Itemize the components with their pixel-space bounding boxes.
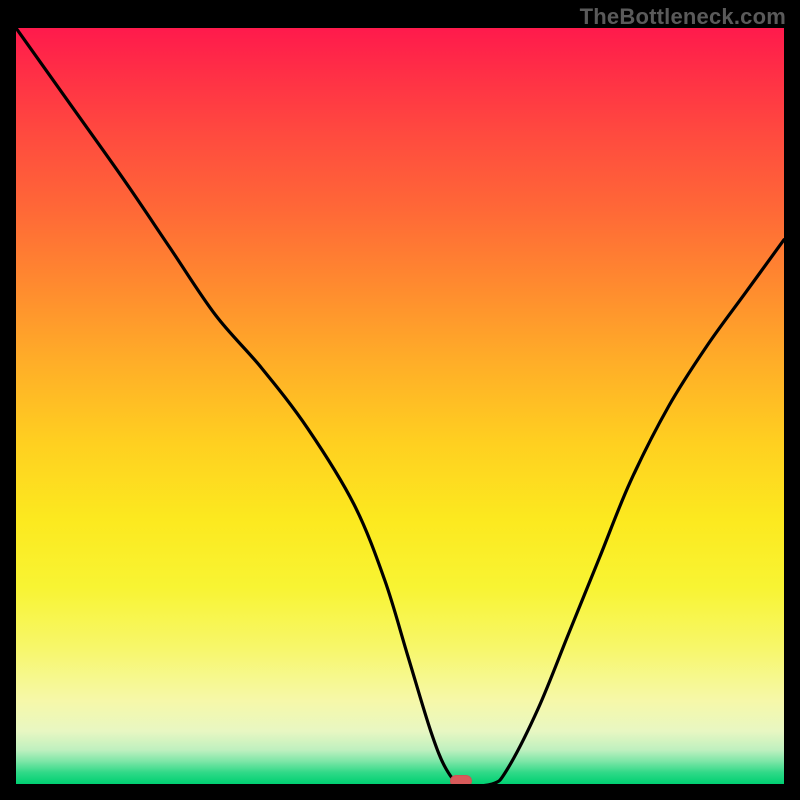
watermark-text: TheBottleneck.com xyxy=(580,4,786,30)
plot-area xyxy=(16,28,784,784)
optimal-point-marker xyxy=(450,775,472,784)
curve-svg xyxy=(16,28,784,784)
bottleneck-curve xyxy=(16,28,784,784)
chart-frame: TheBottleneck.com xyxy=(0,0,800,800)
